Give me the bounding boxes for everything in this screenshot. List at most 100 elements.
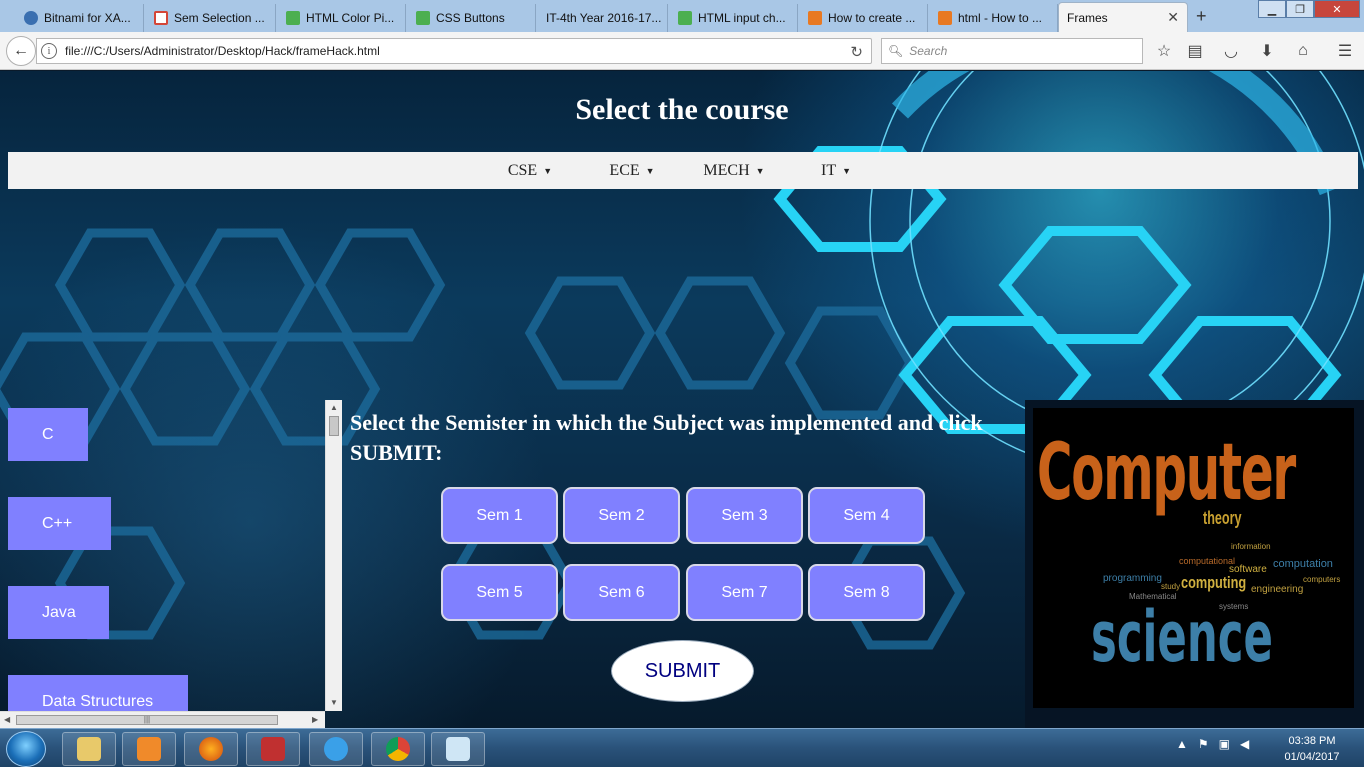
bitnami-icon	[24, 11, 38, 25]
menu-icon[interactable]: ☰	[1335, 41, 1355, 61]
back-button[interactable]: ←	[6, 36, 36, 66]
chrome-icon[interactable]	[371, 732, 425, 766]
tab-css-buttons[interactable]: CSS Buttons	[408, 4, 536, 32]
internet-explorer-icon[interactable]	[309, 732, 363, 766]
course-menu-it[interactable]: IT ▼	[785, 162, 887, 180]
word-computer: Computer	[1037, 428, 1296, 518]
submit-button[interactable]: SUBMIT	[611, 640, 754, 702]
subject-button-java[interactable]: Java	[8, 586, 109, 639]
word-study: study	[1161, 582, 1181, 591]
sem-3-button[interactable]: Sem 3	[686, 487, 803, 544]
sem-1-button[interactable]: Sem 1	[441, 487, 558, 544]
scroll-down-icon[interactable]: ▼	[330, 698, 338, 707]
course-label: IT	[820, 161, 837, 179]
sem-4-button[interactable]: Sem 4	[808, 487, 925, 544]
dropdown-caret-icon: ▼	[645, 165, 655, 176]
tab-label: HTML Color Pi...	[306, 11, 395, 25]
search-input[interactable]: 🔍︎ Search	[881, 38, 1143, 64]
subject-frame: C C++ Java Data Structures ▲ ▼ ◀ ||| ▶	[0, 400, 342, 728]
search-placeholder: Search	[909, 44, 948, 58]
dropdown-caret-icon: ▼	[842, 165, 852, 176]
media-player-icon[interactable]	[122, 732, 176, 766]
subject-button-c[interactable]: C	[8, 408, 88, 461]
course-label: ECE	[609, 161, 640, 179]
java-app-icon[interactable]	[246, 732, 300, 766]
sem-5-button[interactable]: Sem 5	[441, 564, 558, 621]
semester-heading: Select the Semister in which the Subject…	[350, 410, 983, 465]
start-button[interactable]	[6, 731, 46, 767]
close-tab-icon[interactable]: ✕	[1167, 9, 1179, 26]
vertical-scrollbar[interactable]: ▲ ▼	[325, 400, 342, 711]
scrollbar-thumb[interactable]: |||	[16, 715, 278, 725]
navigation-bar: ← i file:///C:/Users/Administrator/Deskt…	[0, 32, 1364, 70]
horizontal-scrollbar[interactable]: ◀ ||| ▶	[0, 711, 325, 728]
scroll-right-icon[interactable]: ▶	[312, 715, 318, 724]
tab-label: How to create ...	[828, 11, 916, 25]
windows-taskbar: ▲ ⚑ ▣ ◀ 03:38 PM 01/04/2017	[0, 728, 1364, 767]
word-programming: programming	[1103, 573, 1162, 584]
tab-frames[interactable]: Frames ✕	[1058, 2, 1188, 32]
tab-html-how-to[interactable]: html - How to ...	[930, 4, 1058, 32]
sem-7-button[interactable]: Sem 7	[686, 564, 803, 621]
w3schools-icon	[678, 11, 692, 25]
word-information: information	[1231, 542, 1271, 551]
home-icon[interactable]: ⌂	[1293, 41, 1313, 61]
course-label: MECH	[703, 161, 750, 179]
show-hidden-icons-icon[interactable]: ▲	[1176, 737, 1188, 751]
back-arrow-icon: ←	[13, 42, 29, 59]
tab-label: html - How to ...	[958, 11, 1043, 25]
search-icon: 🔍︎	[888, 44, 904, 58]
scrollbar-thumb[interactable]	[329, 416, 339, 436]
restore-icon[interactable]: ❐	[1286, 0, 1314, 18]
tab-label: Frames	[1067, 10, 1108, 25]
course-menu-cse[interactable]: CSE ▼	[479, 162, 581, 180]
word-computing: computing	[1181, 573, 1247, 592]
sem-6-button[interactable]: Sem 6	[563, 564, 680, 621]
image-frame: Computer theory computational informatio…	[1025, 400, 1364, 728]
word-theory: theory	[1203, 508, 1242, 528]
sem-8-button[interactable]: Sem 8	[808, 564, 925, 621]
url-bar[interactable]: i file:///C:/Users/Administrator/Desktop…	[36, 38, 872, 64]
close-window-icon[interactable]: ✕	[1314, 0, 1360, 18]
tab-html-input[interactable]: HTML input ch...	[670, 4, 798, 32]
tab-bitnami[interactable]: Bitnami for XA...	[16, 4, 144, 32]
course-menu-ece[interactable]: ECE ▼	[581, 162, 683, 180]
scroll-left-icon[interactable]: ◀	[4, 715, 10, 724]
pocket-icon[interactable]: ◡	[1221, 41, 1241, 61]
word-computation: computation	[1273, 558, 1333, 570]
network-icon[interactable]: ▣	[1219, 737, 1230, 751]
dropdown-caret-icon: ▼	[543, 165, 553, 176]
w3schools-icon	[416, 11, 430, 25]
stackoverflow-icon	[808, 11, 822, 25]
page-viewport: Select the course CSE ▼ ECE ▼ MECH ▼ IT ▼ C …	[0, 71, 1364, 728]
clock-date: 01/04/2017	[1284, 751, 1340, 763]
subject-button-cpp[interactable]: C++	[8, 497, 111, 550]
word-computers: computers	[1303, 575, 1341, 584]
new-tab-icon[interactable]: +	[1196, 6, 1207, 27]
course-menu-mech[interactable]: MECH ▼	[683, 162, 785, 180]
tab-how-to-create[interactable]: How to create ...	[800, 4, 928, 32]
file-explorer-icon[interactable]	[62, 732, 116, 766]
reload-icon[interactable]: ↻	[850, 43, 863, 61]
minimize-icon[interactable]: ▁	[1258, 0, 1286, 18]
tab-html-color[interactable]: HTML Color Pi...	[278, 4, 406, 32]
tab-label: IT-4th Year 2016-17...	[546, 11, 662, 25]
tab-sem-selection[interactable]: Sem Selection ...	[146, 4, 276, 32]
volume-icon[interactable]: ◀	[1240, 737, 1249, 751]
tab-strip: Bitnami for XA... Sem Selection ... HTML…	[0, 0, 1364, 32]
bookmark-star-icon[interactable]: ☆	[1154, 41, 1174, 61]
download-icon[interactable]: ⬇	[1257, 41, 1277, 61]
firefox-icon[interactable]	[184, 732, 238, 766]
info-icon[interactable]: i	[41, 43, 57, 59]
word-science: science	[1091, 596, 1273, 678]
scroll-up-icon[interactable]: ▲	[330, 403, 338, 412]
tab-it-4th-year[interactable]: IT-4th Year 2016-17...	[538, 4, 668, 32]
glass-app-icon[interactable]	[431, 732, 485, 766]
tab-label: Bitnami for XA...	[44, 11, 131, 25]
course-menu: CSE ▼ ECE ▼ MECH ▼ IT ▼	[8, 152, 1358, 189]
system-clock[interactable]: 03:38 PM 01/04/2017	[1280, 733, 1344, 765]
sem-2-button[interactable]: Sem 2	[563, 487, 680, 544]
action-center-flag-icon[interactable]: ⚑	[1198, 737, 1209, 751]
reading-list-icon[interactable]: ▤	[1185, 41, 1205, 61]
clock-time: 03:38 PM	[1288, 735, 1336, 747]
